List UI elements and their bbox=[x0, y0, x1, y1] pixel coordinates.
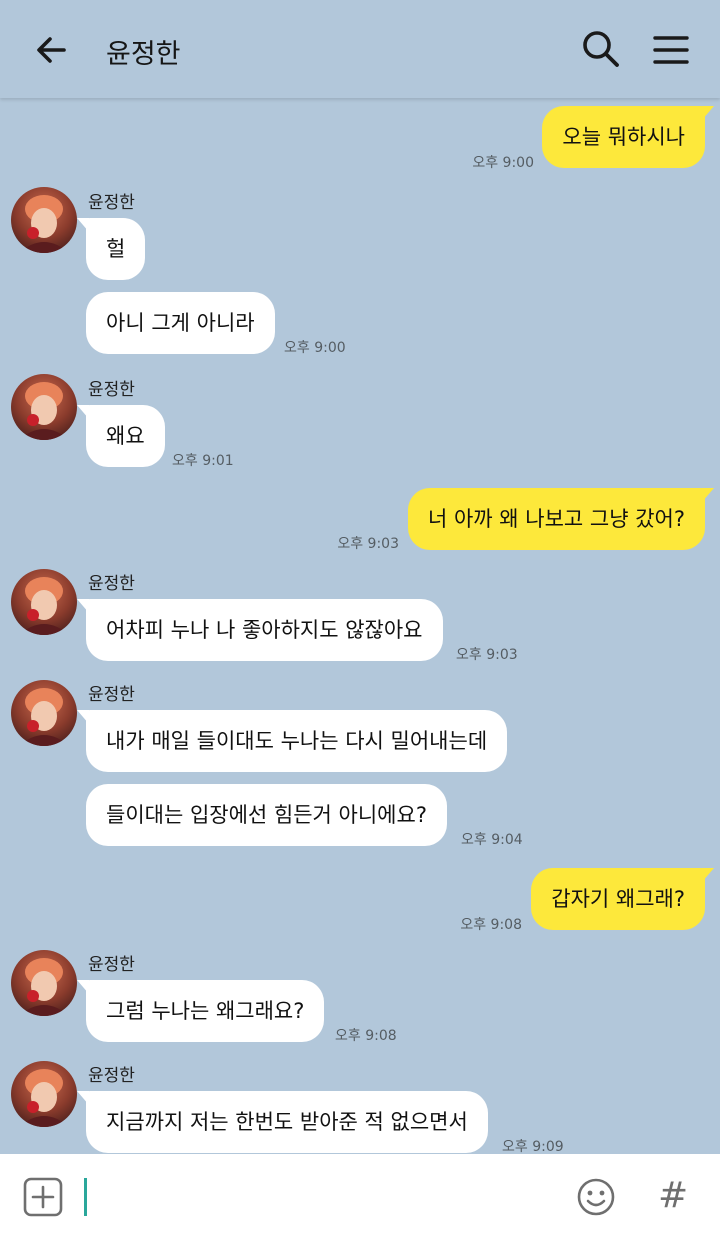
back-arrow-icon[interactable] bbox=[32, 30, 72, 70]
message-bubble-sent[interactable]: 너 아까 왜 나보고 그냥 갔어? bbox=[407, 488, 715, 550]
chat-header: 윤정한 bbox=[0, 0, 720, 98]
chat-title: 윤정한 bbox=[106, 39, 181, 70]
message-bubble-received[interactable]: 헐 bbox=[76, 218, 146, 280]
hashtag-button[interactable]: # bbox=[658, 1174, 688, 1218]
message-time: 오후 9:04 bbox=[461, 832, 523, 848]
message-input-bar: # bbox=[0, 1154, 720, 1238]
message-text: 왜요 bbox=[106, 424, 145, 448]
sender-name: 윤정한 bbox=[88, 685, 135, 705]
message-text: 너 아까 왜 나보고 그냥 갔어? bbox=[427, 507, 685, 531]
sender-name: 윤정한 bbox=[88, 574, 135, 594]
message-bubble-received[interactable]: 아니 그게 아니라 bbox=[86, 292, 275, 354]
message-time: 오후 9:08 bbox=[460, 917, 522, 933]
message-text: 지금까지 저는 한번도 받아준 적 없으면서 bbox=[106, 1110, 468, 1134]
message-bubble-received[interactable]: 어차피 누나 나 좋아하지도 않잖아요 bbox=[77, 599, 443, 661]
avatar[interactable] bbox=[11, 374, 77, 440]
message-text: 갑자기 왜그래? bbox=[551, 887, 685, 911]
message-bubble-sent[interactable]: 오늘 뭐하시나 bbox=[542, 106, 714, 168]
message-text: 어차피 누나 나 좋아하지도 않잖아요 bbox=[106, 618, 423, 642]
avatar[interactable] bbox=[11, 569, 77, 635]
message-input[interactable] bbox=[84, 1178, 87, 1216]
message-bubble-sent[interactable]: 갑자기 왜그래? bbox=[531, 868, 714, 930]
avatar[interactable] bbox=[11, 1061, 77, 1127]
message-time: 오후 9:08 bbox=[335, 1028, 397, 1044]
avatar[interactable] bbox=[11, 680, 77, 746]
message-bubble-received[interactable]: 그럼 누나는 왜그래요? bbox=[76, 980, 325, 1042]
message-time: 오후 9:00 bbox=[472, 155, 534, 171]
hamburger-menu-icon[interactable] bbox=[650, 30, 692, 70]
message-bubble-received[interactable]: 지금까지 저는 한번도 받아준 적 없으면서 bbox=[77, 1091, 488, 1153]
message-time: 오후 9:00 bbox=[284, 340, 346, 356]
message-text: 아니 그게 아니라 bbox=[106, 311, 255, 335]
message-time: 오후 9:09 bbox=[502, 1139, 564, 1155]
message-time: 오후 9:01 bbox=[172, 453, 234, 469]
message-text: 헐 bbox=[106, 237, 126, 261]
plus-square-icon[interactable] bbox=[23, 1177, 63, 1217]
sender-name: 윤정한 bbox=[88, 380, 135, 400]
avatar[interactable] bbox=[11, 950, 77, 1016]
avatar[interactable] bbox=[11, 187, 77, 253]
message-bubble-received[interactable]: 들이대는 입장에선 힘든거 아니에요? bbox=[86, 784, 447, 846]
sender-name: 윤정한 bbox=[88, 193, 135, 213]
message-time: 오후 9:03 bbox=[337, 536, 399, 552]
message-text: 오늘 뭐하시나 bbox=[562, 125, 685, 149]
message-bubble-received[interactable]: 내가 매일 들이대도 누나는 다시 밀어내는데 bbox=[76, 710, 508, 772]
search-icon[interactable] bbox=[580, 28, 622, 70]
sender-name: 윤정한 bbox=[88, 955, 135, 975]
message-bubble-received[interactable]: 왜요 bbox=[77, 405, 165, 467]
message-time: 오후 9:03 bbox=[456, 647, 518, 663]
message-text: 들이대는 입장에선 힘든거 아니에요? bbox=[106, 803, 427, 827]
smiley-icon[interactable] bbox=[576, 1177, 616, 1217]
sender-name: 윤정한 bbox=[88, 1066, 135, 1086]
message-text: 그럼 누나는 왜그래요? bbox=[106, 999, 305, 1023]
message-text: 내가 매일 들이대도 누나는 다시 밀어내는데 bbox=[106, 729, 488, 753]
